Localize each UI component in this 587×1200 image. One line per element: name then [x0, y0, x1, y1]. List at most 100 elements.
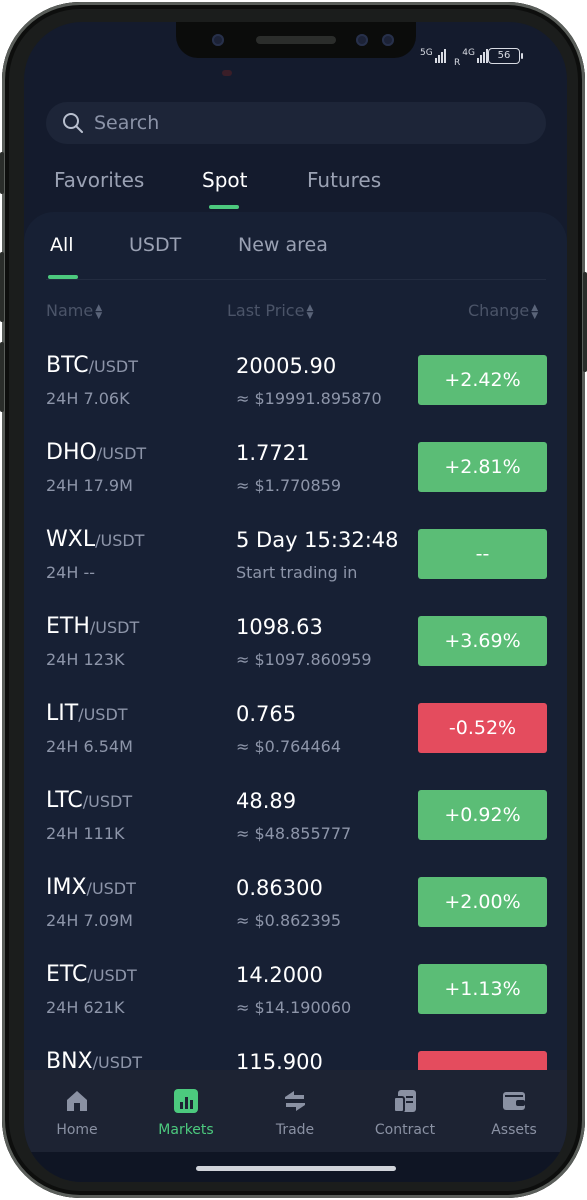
nav-assets[interactable]: Assets: [469, 1088, 559, 1138]
last-price: 14.2000: [236, 963, 323, 987]
privacy-dot: [222, 70, 232, 76]
column-last-price-label: Last Price: [227, 301, 305, 320]
column-name-header[interactable]: Name ▲ ▼: [46, 301, 102, 320]
nav-markets[interactable]: Markets: [141, 1088, 231, 1138]
base-symbol: DHO: [46, 440, 97, 465]
quote-symbol: /USDT: [88, 357, 138, 376]
side-button: [583, 272, 587, 372]
last-price: 0.86300: [236, 876, 323, 900]
market-type-tabs: Favorites Spot Futures: [24, 166, 567, 209]
change-badge: +1.13%: [418, 964, 547, 1014]
trade-icon: [285, 1091, 305, 1111]
market-row[interactable]: LTC/USDT 24H 111K 48.89 ≈ $48.855777 +0.…: [24, 778, 567, 864]
volume-24h: 24H 621K: [46, 998, 125, 1017]
bottom-nav: Home Markets Trade Contract Assets: [24, 1070, 567, 1152]
base-symbol: ETC: [46, 962, 88, 987]
tab-usdt[interactable]: USDT: [129, 234, 181, 256]
countdown: 5 Day 15:32:48: [236, 528, 399, 552]
tab-futures[interactable]: Futures: [307, 168, 381, 192]
market-row[interactable]: LIT/USDT 24H 6.54M 0.765 ≈ $0.764464 -0.…: [24, 691, 567, 777]
nav-contract[interactable]: Contract: [360, 1088, 450, 1138]
change-badge: +2.00%: [418, 877, 547, 927]
sort-icon: ▲ ▼: [95, 302, 103, 321]
fiat-price: ≈ $1097.860959: [236, 650, 372, 669]
active-tab-indicator: [209, 205, 239, 209]
quote-symbol: /USDT: [89, 618, 140, 637]
market-row[interactable]: WXL/USDT 24H -- 5 Day 15:32:48 Start tra…: [24, 517, 567, 603]
battery-indicator: 56: [488, 48, 523, 64]
change-badge: +2.42%: [418, 355, 547, 405]
search-bar[interactable]: [46, 102, 546, 144]
nav-trade-label: Trade: [275, 1122, 315, 1138]
side-button: [0, 252, 4, 322]
status-bar: 5G: [420, 46, 447, 66]
market-row[interactable]: DHO/USDT 24H 17.9M 1.7721 ≈ $1.770859 +2…: [24, 430, 567, 516]
markets-icon: [174, 1089, 198, 1113]
pair-name: WXL/USDT: [46, 527, 144, 552]
quote-symbol: /USDT: [86, 879, 136, 898]
pair-name: DHO/USDT: [46, 440, 146, 465]
signal-bars-icon: [434, 49, 447, 66]
tab-new-area[interactable]: New area: [238, 234, 328, 256]
base-symbol: IMX: [46, 875, 87, 900]
status-bar-secondary: R 4G: [454, 46, 489, 68]
signal-label-5g: 5G: [420, 48, 433, 58]
base-symbol: ETH: [46, 614, 90, 639]
market-row[interactable]: ETH/USDT 24H 123K 1098.63 ≈ $1097.860959…: [24, 604, 567, 690]
fiat-price: ≈ $0.862395: [236, 911, 342, 930]
tab-spot[interactable]: Spot: [202, 168, 247, 192]
change-badge: -0.52%: [418, 703, 547, 753]
market-row[interactable]: IMX/USDT 24H 7.09M 0.86300 ≈ $0.862395 +…: [24, 865, 567, 951]
nav-trade[interactable]: Trade: [250, 1088, 340, 1138]
market-row[interactable]: ETC/USDT 24H 621K 14.2000 ≈ $14.190060 +…: [24, 952, 567, 1038]
base-symbol: BTC: [46, 353, 89, 378]
volume-24h: 24H 7.06K: [46, 389, 130, 408]
last-price: 1.7721: [236, 441, 310, 465]
assets-icon: [503, 1092, 525, 1110]
last-price: 20005.90: [236, 354, 337, 378]
roaming-label: R: [454, 58, 461, 68]
sensor: [382, 34, 394, 46]
quote-symbol: /USDT: [95, 531, 145, 550]
change-badge: --: [418, 529, 547, 579]
last-price: 48.89: [236, 789, 297, 813]
tab-all[interactable]: All: [50, 234, 74, 256]
change-badge: +3.69%: [418, 616, 547, 666]
tab-favorites[interactable]: Favorites: [54, 168, 144, 192]
base-symbol: LTC: [46, 788, 83, 813]
quote-symbol: /USDT: [78, 705, 128, 724]
search-icon: [63, 113, 83, 133]
volume-24h: 24H 123K: [46, 650, 125, 669]
home-indicator[interactable]: [196, 1166, 396, 1171]
pair-name: BTC/USDT: [46, 353, 138, 378]
base-symbol: LIT: [46, 701, 79, 726]
column-change-header[interactable]: Change ▲ ▼: [468, 301, 538, 320]
fiat-price: ≈ $0.764464: [236, 737, 342, 756]
pair-name: LIT/USDT: [46, 701, 128, 726]
nav-home[interactable]: Home: [32, 1088, 122, 1138]
last-price: 0.765: [236, 702, 297, 726]
search-input[interactable]: [92, 111, 516, 135]
change-badge: +0.92%: [418, 790, 547, 840]
earpiece-speaker: [256, 36, 336, 44]
column-name-label: Name: [46, 301, 94, 320]
quote-symbol: /USDT: [96, 444, 147, 463]
base-symbol: WXL: [46, 527, 96, 552]
quote-symbol: /USDT: [87, 966, 137, 985]
notch: [176, 22, 416, 58]
column-change-label: Change: [468, 301, 530, 320]
nav-markets-label: Markets: [158, 1122, 214, 1138]
last-price: 1098.63: [236, 615, 323, 639]
sort-icon: ▲ ▼: [531, 302, 539, 321]
fiat-price: ≈ $48.855777: [236, 824, 352, 843]
home-icon: [67, 1091, 87, 1111]
app-screen: 5G R 4G 56 Favorites Spot Futures: [24, 22, 567, 1182]
column-last-price-header[interactable]: Last Price ▲ ▼: [227, 301, 313, 320]
divider: [46, 279, 546, 280]
contract-icon: [393, 1090, 416, 1113]
front-camera: [212, 34, 224, 46]
market-row[interactable]: BTC/USDT 24H 7.06K 20005.90 ≈ $19991.895…: [24, 343, 567, 429]
countdown-label: Start trading in: [236, 563, 358, 582]
side-button: [0, 342, 4, 412]
sensor: [356, 34, 368, 46]
